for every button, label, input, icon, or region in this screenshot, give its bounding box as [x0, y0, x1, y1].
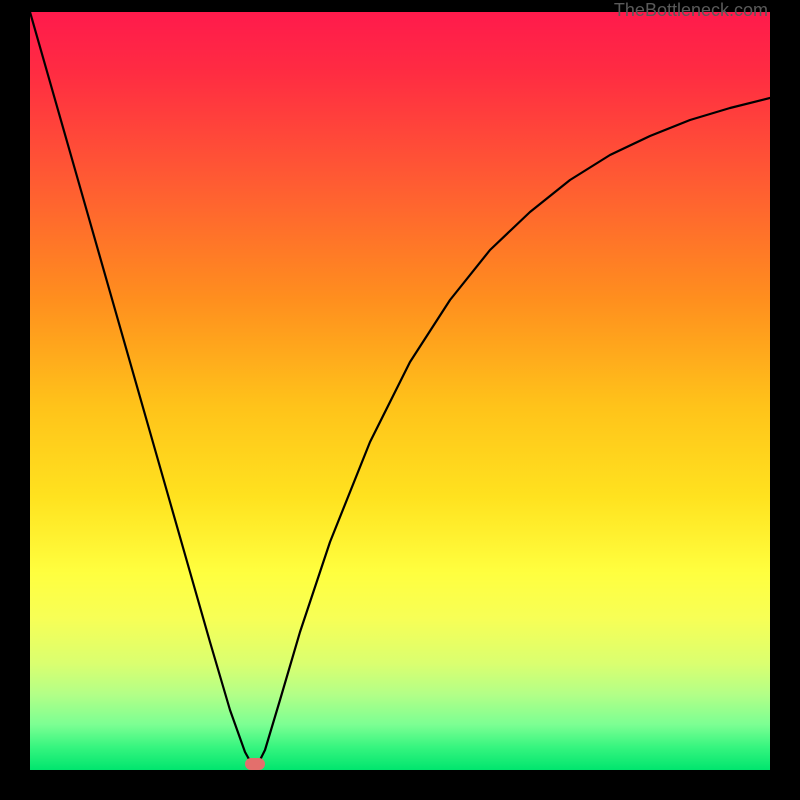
bottleneck-curve	[30, 12, 770, 770]
plot-area	[30, 12, 770, 770]
optimum-marker	[245, 758, 265, 770]
chart-frame: TheBottleneck.com	[0, 0, 800, 800]
watermark-text: TheBottleneck.com	[614, 0, 768, 21]
